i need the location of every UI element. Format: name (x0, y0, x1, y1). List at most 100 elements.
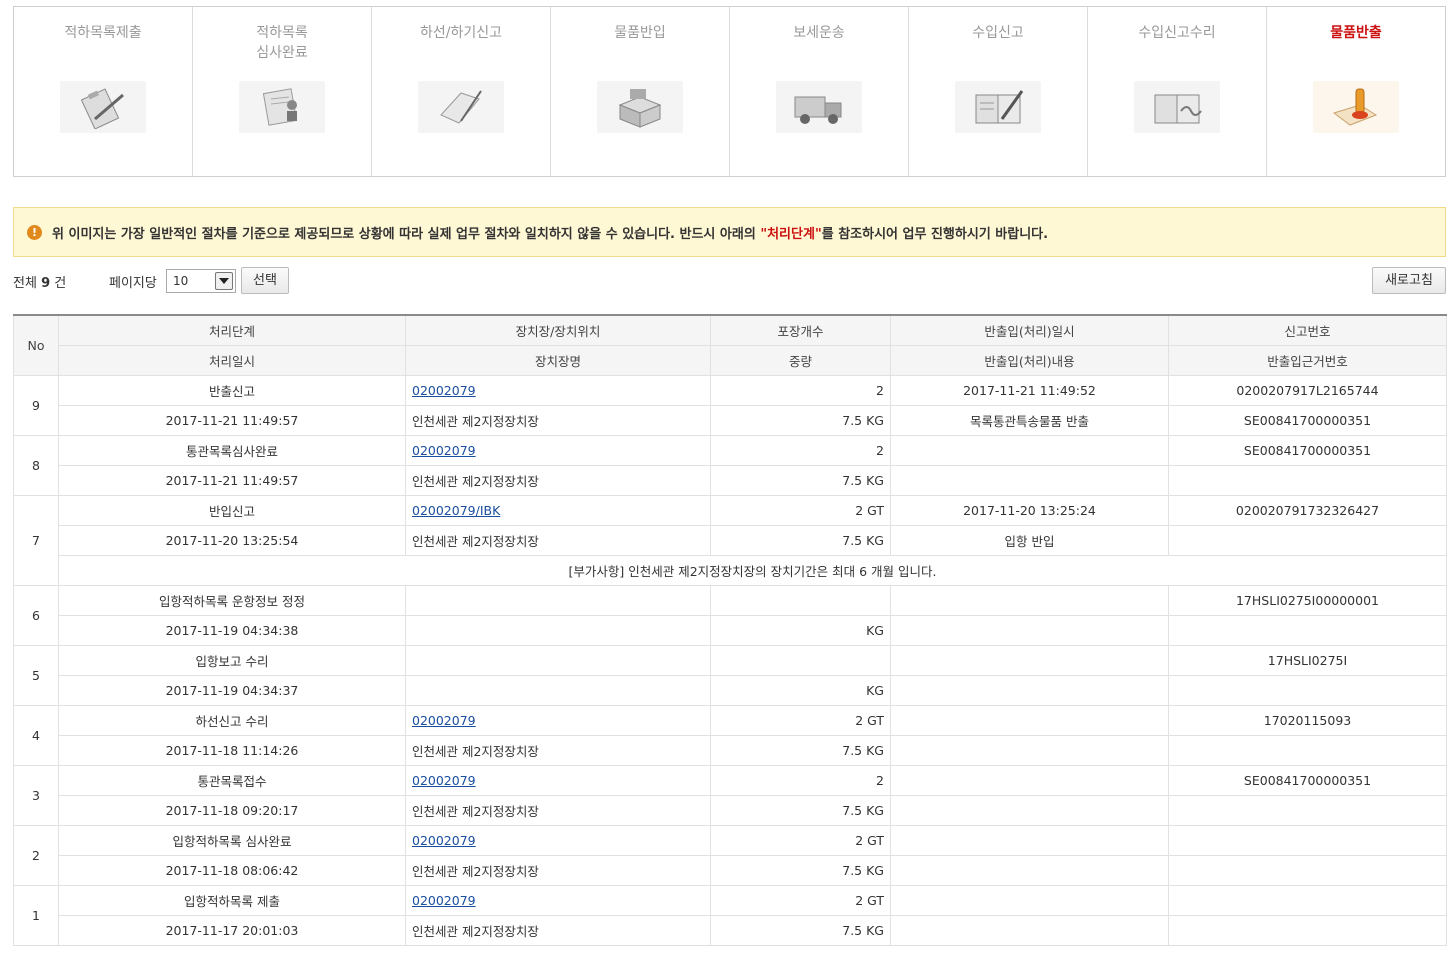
process-steps: 적하목록제출 적하목록 심사완료 하선/하기신고 물품반입 보세운송 수입신고 (13, 6, 1446, 177)
table-row: 5 입항보고 수리 17HSLI0275I (13, 644, 1447, 706)
boxes-icon (597, 81, 683, 133)
header-weight: 중량 (710, 344, 891, 376)
process-datetime: 2017-11-21 11:49:57 (58, 464, 406, 496)
step-import-declaration[interactable]: 수입신고 (909, 7, 1088, 176)
package-count: 2 GT (710, 884, 891, 916)
book-pen-icon (955, 81, 1041, 133)
step-label: 하선/하기신고 (420, 25, 502, 41)
pen-paper-icon (418, 81, 504, 133)
row-number: 3 (13, 764, 59, 826)
process-step: 통관목록접수 (58, 764, 406, 796)
location-cell: 02002079 (405, 884, 711, 916)
process-step: 반입신고 (58, 494, 406, 526)
step-manifest-submit[interactable]: 적하목록제출 (14, 7, 193, 176)
location-link[interactable]: 02002079 (412, 833, 476, 848)
table-row: 2017-11-20 13:25:54 인천세관 제2지정장치장 7.5 KG … (14, 524, 1447, 556)
header-basis-no: 반출입근거번호 (1168, 344, 1447, 376)
weight: KG (710, 614, 891, 646)
table-row: 9 반출신고 02002079 2 2017-11-21 11:49:52 02… (13, 374, 1447, 436)
table-row: 2017-11-18 09:20:17 인천세관 제2지정장치장 7.5 KG (14, 794, 1447, 826)
table-row: [부가사항] 인천세관 제2지정장치장의 장치기간은 최대 6 개월 입니다. (14, 554, 1447, 586)
location-link[interactable]: 02002079 (412, 713, 476, 728)
location-cell: 02002079 (405, 374, 711, 406)
warehouse-name: 인천세관 제2지정장치장 (405, 854, 711, 886)
io-content (890, 794, 1169, 826)
step-bonded-transport[interactable]: 보세운송 (730, 7, 909, 176)
io-content (890, 854, 1169, 886)
step-label: 수입신고 (972, 25, 1024, 41)
io-datetime (890, 884, 1169, 916)
notice-highlight: "처리단계" (760, 226, 822, 242)
warehouse-name: 인천세관 제2지정장치장 (405, 464, 711, 496)
package-count: 2 GT (710, 824, 891, 856)
process-step: 입항적하목록 제출 (58, 884, 406, 916)
step-manifest-review[interactable]: 적하목록 심사완료 (193, 7, 372, 176)
package-count: 2 (710, 374, 891, 406)
seal-document-icon (1313, 81, 1399, 133)
table-row: 2017-11-19 04:34:38 KG (14, 614, 1447, 646)
row-number: 8 (13, 434, 59, 496)
basis-no (1168, 524, 1447, 556)
row-number: 5 (13, 644, 59, 706)
package-count (710, 584, 891, 616)
declaration-no: 17HSLI0275I (1168, 644, 1447, 676)
warehouse-name (405, 674, 711, 706)
io-content: 입항 반입 (890, 524, 1169, 556)
weight: KG (710, 674, 891, 706)
location-link[interactable]: 02002079/IBK (412, 503, 500, 518)
step-goods-in[interactable]: 물품반입 (551, 7, 730, 176)
location-cell (405, 584, 711, 616)
table-row: 2017-11-19 04:34:37 KG (14, 674, 1447, 706)
location-link[interactable]: 02002079 (412, 893, 476, 908)
basis-no (1168, 734, 1447, 766)
declaration-no (1168, 824, 1447, 856)
table-row: 1 입항적하목록 제출 02002079 2 GT (13, 884, 1447, 946)
table-row: 2017-11-18 08:06:42 인천세관 제2지정장치장 7.5 KG (14, 854, 1447, 886)
location-link[interactable]: 02002079 (412, 773, 476, 788)
select-button[interactable]: 선택 (241, 267, 289, 294)
progress-table: No 처리단계 장치장/장치위치 포장개수 반출입(처리)일시 신고번호 처리일… (13, 314, 1447, 946)
step-label: 수입신고수리 (1138, 25, 1216, 41)
location-cell: 02002079/IBK (405, 494, 711, 526)
process-datetime: 2017-11-19 04:34:38 (58, 614, 406, 646)
perpage-select[interactable]: 10 (166, 269, 236, 293)
location-cell: 02002079 (405, 704, 711, 736)
io-datetime: 2017-11-20 13:25:24 (890, 494, 1169, 526)
table-row: 2017-11-18 11:14:26 인천세관 제2지정장치장 7.5 KG (14, 734, 1447, 766)
process-step: 입항보고 수리 (58, 644, 406, 676)
io-datetime (890, 434, 1169, 466)
process-step: 통관목록심사완료 (58, 434, 406, 466)
table-row: 2 입항적하목록 심사완료 02002079 2 GT (13, 824, 1447, 886)
basis-no (1168, 464, 1447, 496)
header-location: 장치장/장치위치 (405, 314, 711, 346)
basis-no: SE00841700000351 (1168, 404, 1447, 436)
process-datetime: 2017-11-17 20:01:03 (58, 914, 406, 946)
location-cell: 02002079 (405, 824, 711, 856)
location-link[interactable]: 02002079 (412, 383, 476, 398)
row-number: 7 (13, 494, 59, 586)
declaration-no: 17HSLI0275I00000001 (1168, 584, 1447, 616)
package-count (710, 644, 891, 676)
step-label: 물품반출 (1330, 25, 1382, 41)
weight: 7.5 KG (710, 734, 891, 766)
warehouse-name: 인천세관 제2지정장치장 (405, 524, 711, 556)
header-no: No (13, 314, 59, 376)
header-io-datetime: 반출입(처리)일시 (890, 314, 1169, 346)
refresh-button[interactable]: 새로고침 (1372, 267, 1446, 294)
location-link[interactable]: 02002079 (412, 443, 476, 458)
table-row: 2017-11-17 20:01:03 인천세관 제2지정장치장 7.5 KG (14, 914, 1447, 946)
header-declaration-no: 신고번호 (1168, 314, 1447, 346)
basis-no (1168, 914, 1447, 946)
process-datetime: 2017-11-18 09:20:17 (58, 794, 406, 826)
chevron-down-icon[interactable] (215, 272, 233, 290)
step-import-accepted[interactable]: 수입신고수리 (1088, 7, 1267, 176)
table-row: 3 통관목록접수 02002079 2 SE00841700000351 (13, 764, 1447, 826)
package-count: 2 (710, 764, 891, 796)
io-content (890, 464, 1169, 496)
table-row: 2017-11-21 11:49:57 인천세관 제2지정장치장 7.5 KG (14, 464, 1447, 496)
step-label: 물품반입 (614, 25, 666, 41)
step-goods-out[interactable]: 물품반출 (1267, 7, 1445, 176)
io-datetime (890, 824, 1169, 856)
step-unloading-declaration[interactable]: 하선/하기신고 (372, 7, 551, 176)
step-label: 적하목록 심사완료 (256, 25, 308, 61)
